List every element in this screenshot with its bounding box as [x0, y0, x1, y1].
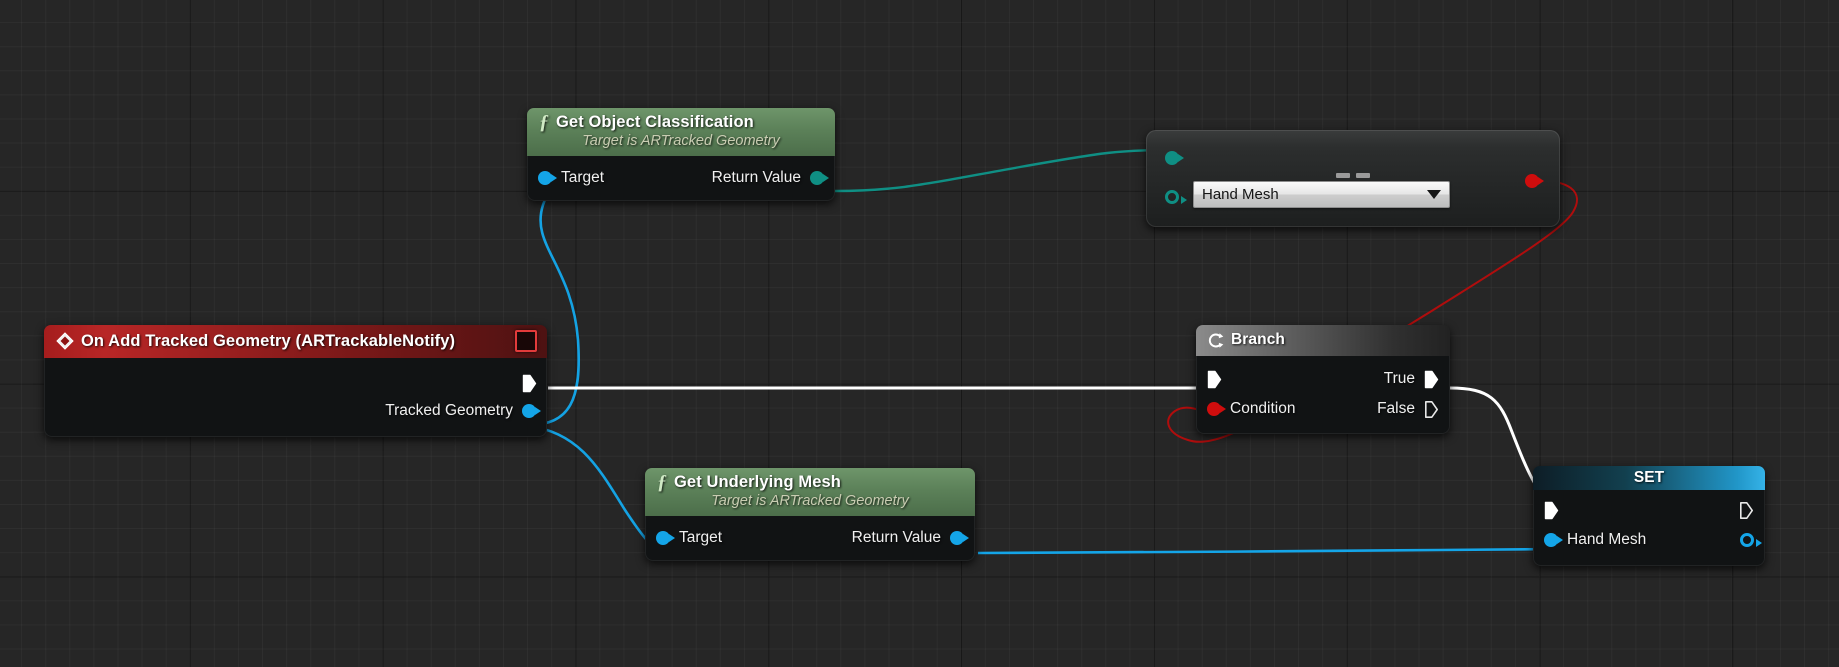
set-node-title: SET [1634, 469, 1664, 486]
enum-value-text: Hand Mesh [1202, 186, 1427, 203]
branch-true-label: True [1384, 370, 1415, 388]
function-node-subtitle: Target is ARTracked Geometry [537, 132, 825, 151]
function-f-icon: ƒ [655, 472, 667, 492]
branch-node-header: Branch [1196, 325, 1450, 356]
target-input-pin[interactable] [538, 171, 552, 185]
exec-output-icon[interactable] [1739, 501, 1754, 520]
set-node-pins: Hand Mesh [1533, 490, 1765, 566]
branch-node-pins: True Condition False [1196, 356, 1450, 434]
branch-node-title: Branch [1231, 330, 1285, 350]
pinrow-target-return: Target Return Value [527, 165, 835, 191]
pinrow-target-return: Target Return Value [645, 525, 975, 551]
blueprint-graph-canvas[interactable]: On Add Tracked Geometry (ARTrackableNoti… [0, 0, 1839, 667]
function-node-subtitle: Target is ARTracked Geometry [655, 492, 965, 511]
event-exec-output-row[interactable] [44, 369, 547, 397]
function-node-title: Get Underlying Mesh [674, 472, 841, 492]
set-node-header: SET [1533, 466, 1765, 490]
event-node-header: On Add Tracked Geometry (ARTrackableNoti… [44, 325, 547, 358]
target-input-pin[interactable] [656, 531, 670, 545]
exec-output-true-icon[interactable] [1424, 370, 1439, 389]
branch-condition-row: Condition False [1196, 394, 1450, 424]
node-set-hand-mesh[interactable]: SET Hand Mesh [1533, 466, 1765, 566]
hand-mesh-input-pin[interactable] [1544, 533, 1558, 547]
event-node-title: On Add Tracked Geometry (ARTrackableNoti… [81, 331, 455, 351]
branch-exec-row: True [1196, 364, 1450, 394]
hand-mesh-output-pin[interactable] [1740, 533, 1754, 547]
function-node-header: ƒ Get Object Classification Target is AR… [527, 108, 835, 156]
exec-output-false-icon[interactable] [1424, 400, 1439, 419]
node-branch[interactable]: Branch True Condition [1196, 325, 1450, 434]
target-input-label: Target [679, 529, 722, 547]
node-get-object-classification[interactable]: ƒ Get Object Classification Target is AR… [527, 108, 835, 201]
output-pin-label: Tracked Geometry [385, 402, 513, 420]
node-equal-enum[interactable]: Hand Mesh [1146, 130, 1560, 227]
event-diamond-icon [56, 332, 74, 350]
return-value-output-pin[interactable] [950, 531, 964, 545]
function-node-title: Get Object Classification [556, 112, 754, 132]
function-node-pins: Target Return Value [645, 516, 975, 561]
return-value-label: Return Value [852, 529, 941, 547]
event-node-badge-icon [515, 330, 537, 352]
function-f-icon: ƒ [537, 112, 549, 132]
function-node-pins: Target Return Value [527, 156, 835, 201]
bool-output-pin[interactable] [1525, 174, 1539, 188]
exec-input-icon[interactable] [1207, 370, 1222, 389]
return-value-output-pin[interactable] [810, 171, 824, 185]
exec-input-icon[interactable] [1544, 501, 1559, 520]
target-input-label: Target [561, 169, 604, 187]
enum-value-dropdown[interactable]: Hand Mesh [1193, 181, 1450, 208]
branch-false-label: False [1377, 400, 1415, 418]
function-node-header: ƒ Get Underlying Mesh Target is ARTracke… [645, 468, 975, 516]
node-on-add-tracked-geometry[interactable]: On Add Tracked Geometry (ARTrackableNoti… [44, 325, 547, 437]
exec-output-icon[interactable] [522, 374, 537, 393]
equals-operator-icon [1336, 173, 1370, 178]
branch-flow-icon [1207, 332, 1224, 349]
branch-condition-label: Condition [1230, 400, 1296, 418]
chevron-down-icon[interactable] [1427, 190, 1441, 199]
set-value-label: Hand Mesh [1567, 531, 1646, 549]
condition-input-pin[interactable] [1207, 402, 1221, 416]
return-value-label: Return Value [712, 169, 801, 187]
tracked-geometry-output-pin[interactable] [522, 404, 536, 418]
set-exec-row [1533, 495, 1765, 525]
set-value-row: Hand Mesh [1533, 525, 1765, 555]
event-output-tracked-geometry[interactable]: Tracked Geometry [44, 397, 547, 425]
node-get-underlying-mesh[interactable]: ƒ Get Underlying Mesh Target is ARTracke… [645, 468, 975, 561]
enum-input-b-pin[interactable] [1165, 190, 1179, 204]
enum-input-a-pin[interactable] [1165, 151, 1179, 165]
event-node-pins: Tracked Geometry [44, 358, 547, 437]
